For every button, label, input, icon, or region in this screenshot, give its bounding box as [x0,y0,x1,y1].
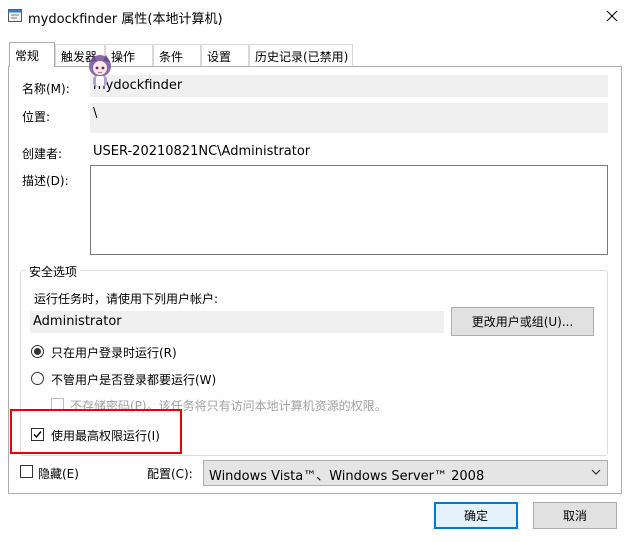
radio-logged-on[interactable] [31,345,44,358]
user-account-field: Administrator [30,311,444,333]
close-icon [606,10,618,22]
author-label: 创建者: [22,147,63,161]
configure-label: 配置(C): [147,467,193,481]
description-label: 描述(D): [22,174,69,188]
location-label: 位置: [22,110,51,124]
location-field: \ [90,103,608,133]
change-user-button[interactable]: 更改用户或组(U)... [451,307,594,336]
author-value: USER-20210821NC\Administrator [93,144,311,159]
name-label: 名称(M): [22,82,70,96]
title-bar: mydockfinder 属性(本地计算机) [0,0,630,32]
hidden-checkbox[interactable] [20,465,33,478]
run-as-label: 运行任务时，请使用下列用户帐户: [34,292,219,306]
tab-conditions[interactable]: 条件 [153,44,201,66]
radio-logged-on-label: 只在用户登录时运行(R) [51,346,177,360]
tab-history[interactable]: 历史记录(已禁用) [249,44,353,66]
ok-button[interactable]: 确定 [434,502,518,529]
tab-general[interactable]: 常规 [9,42,55,67]
configure-combobox[interactable]: Windows Vista™、Windows Server™ 2008 [203,460,608,486]
checkmark-icon [33,431,42,439]
no-store-password-checkbox[interactable] [51,398,64,411]
hidden-label: 隐藏(E) [38,467,79,481]
tab-settings[interactable]: 设置 [201,44,249,66]
highest-privileges-checkbox[interactable] [31,428,44,441]
security-options-title: 安全选项 [26,263,81,280]
name-field[interactable]: mydockfinder [90,75,608,97]
task-scheduler-icon [8,9,22,22]
radio-whether-logged[interactable] [31,372,44,385]
radio-selected-dot [34,348,41,355]
no-store-password-label: 不存储密码(P)。该任务将只有访问本地计算机资源的权限。 [70,399,387,413]
radio-whether-logged-label: 不管用户是否登录都要运行(W) [51,373,217,387]
description-textarea[interactable] [90,165,608,255]
highest-privileges-label: 使用最高权限运行(I) [51,429,160,443]
configure-value: Windows Vista™、Windows Server™ 2008 [209,469,485,484]
cancel-button[interactable]: 取消 [533,502,617,529]
mascot-sticker-icon [89,55,111,86]
close-button[interactable] [594,0,630,32]
chevron-down-icon [591,469,601,475]
window-title: mydockfinder 属性(本地计算机) [28,12,223,27]
